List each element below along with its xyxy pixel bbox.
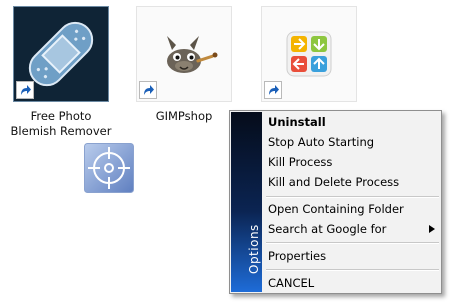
context-menu-sidebar-title: Options — [247, 224, 261, 274]
menu-item-properties[interactable]: Properties — [268, 246, 326, 266]
menu-separator — [266, 269, 439, 271]
icon-label-line2: Blemish Remover — [10, 124, 112, 138]
desktop-icon-third-app[interactable]: S — [261, 6, 357, 123]
menu-item-uninstall[interactable]: Uninstall — [268, 112, 326, 132]
menu-item-kill-and-delete-process[interactable]: Kill and Delete Process — [268, 172, 399, 192]
context-menu: Options Uninstall Stop Auto Starting Kil… — [229, 110, 442, 294]
crosshair-target-icon[interactable] — [84, 143, 134, 193]
desktop-icon-free-photo-blemish-remover[interactable]: Free Photo Blemish Remover — [11, 6, 111, 138]
icon-label: Free Photo Blemish Remover — [1, 109, 121, 139]
menu-separator — [266, 242, 439, 244]
shortcut-arrow-icon — [139, 81, 157, 99]
menu-item-kill-process[interactable]: Kill Process — [268, 152, 332, 172]
menu-item-stop-auto-starting[interactable]: Stop Auto Starting — [268, 132, 374, 152]
submenu-arrow-icon — [429, 225, 435, 233]
menu-item-cancel[interactable]: CANCEL — [268, 273, 314, 293]
context-menu-sidebar: Options — [231, 112, 262, 292]
icon-label-line1: Free Photo — [30, 109, 92, 123]
icon-label: GIMPshop — [155, 109, 213, 123]
menu-separator — [266, 196, 439, 198]
shortcut-arrow-icon — [264, 81, 282, 99]
menu-item-search-at-google[interactable]: Search at Google for — [268, 219, 386, 239]
menu-item-open-containing-folder[interactable]: Open Containing Folder — [268, 199, 404, 219]
shortcut-arrow-icon — [16, 81, 34, 99]
desktop-icon-gimpshop[interactable]: GIMPshop — [136, 6, 232, 126]
